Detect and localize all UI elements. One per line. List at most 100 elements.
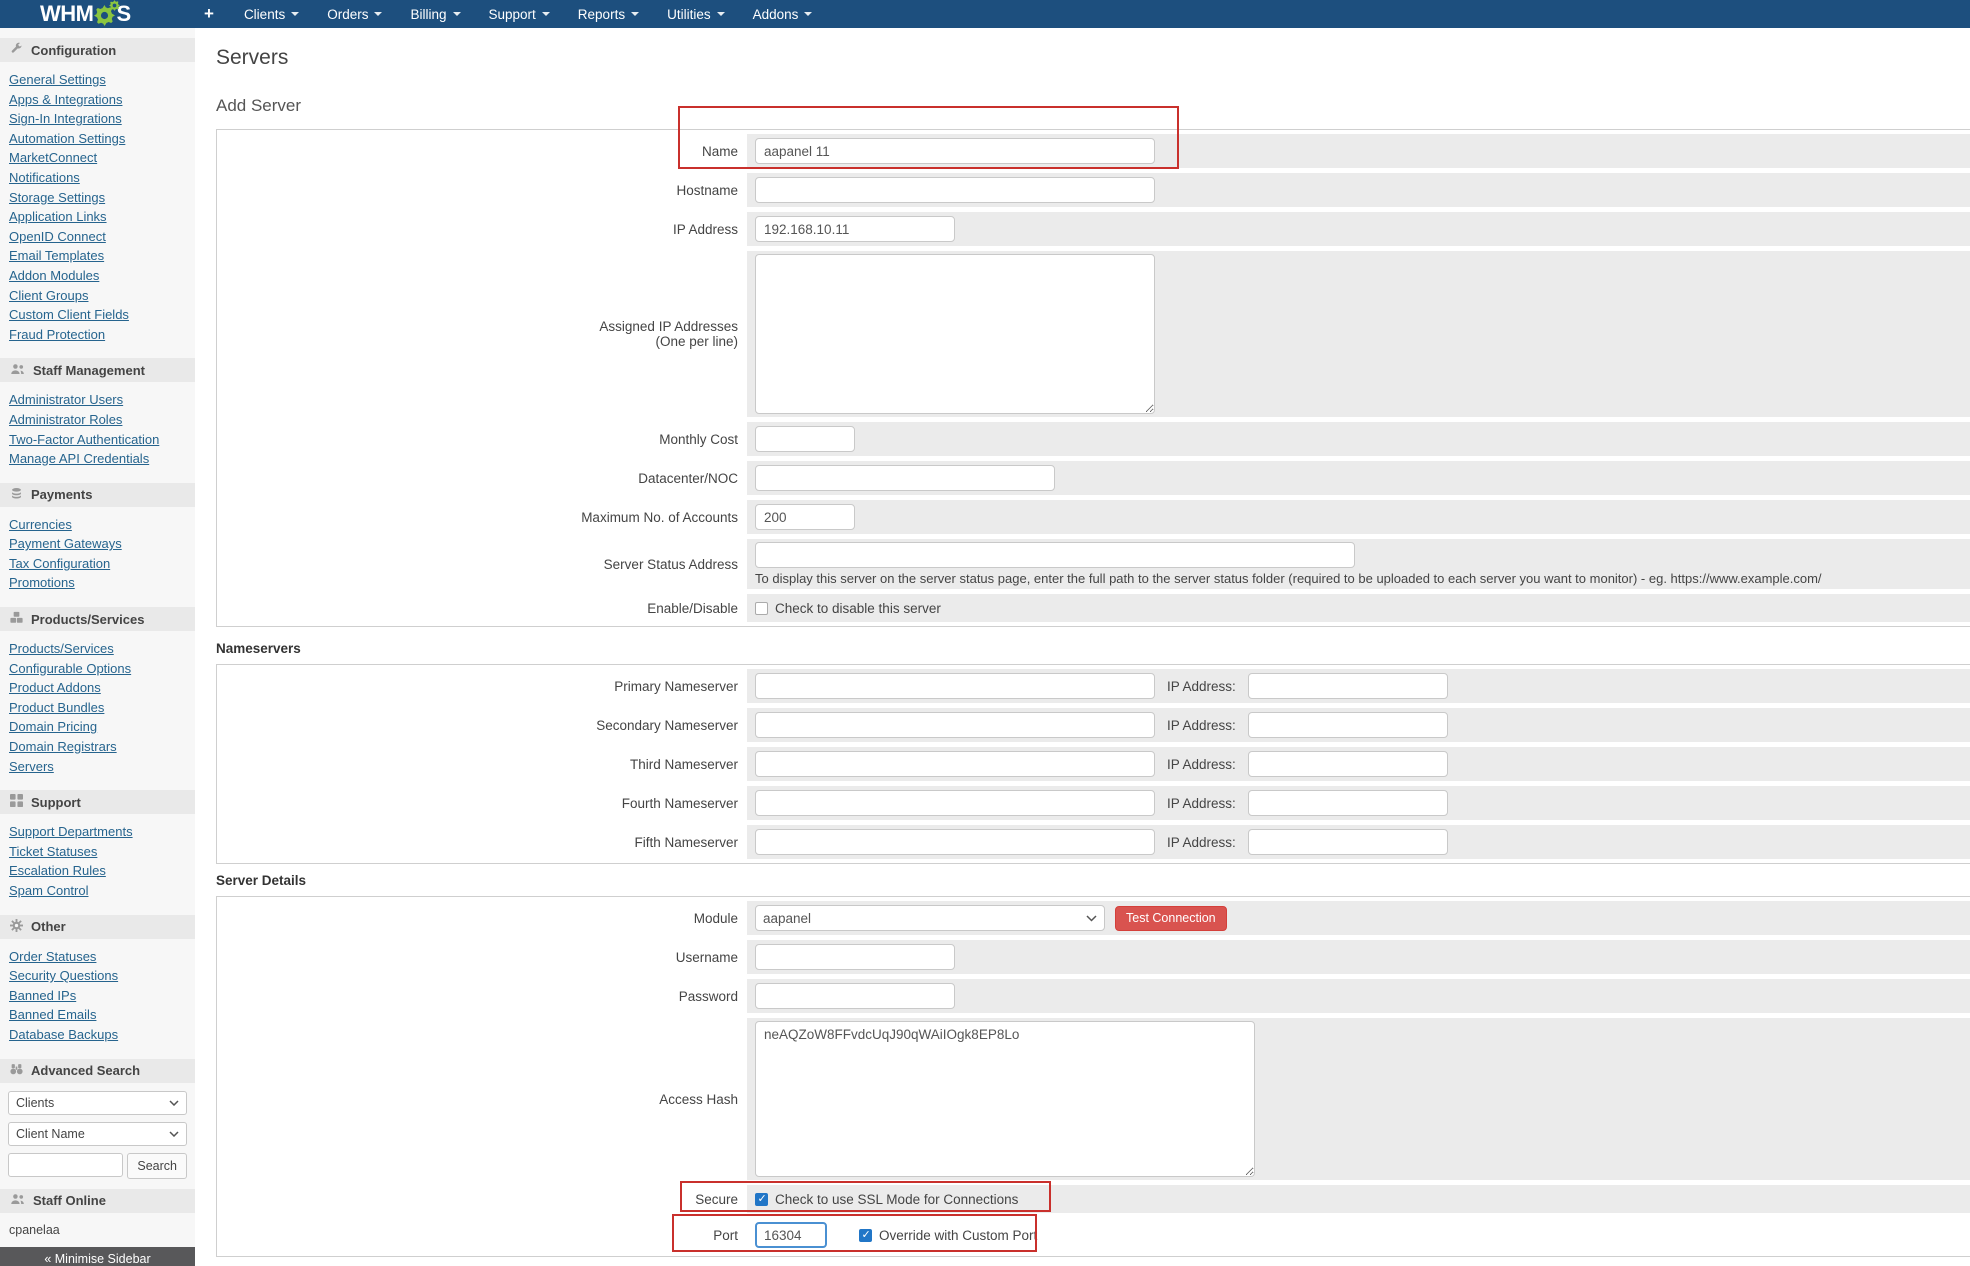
whmcs-logo[interactable]: WHM S (0, 1, 176, 27)
fourth-nameserver-input[interactable] (755, 790, 1155, 816)
primary-nameserver-input[interactable] (755, 673, 1155, 699)
sidebar-section-other: Other (0, 915, 195, 939)
sidebar-link[interactable]: Order Statuses (9, 947, 195, 967)
sidebar-link[interactable]: Two-Factor Authentication (9, 430, 195, 450)
users-icon (10, 363, 25, 378)
sidebar-section-configuration: Configuration (0, 38, 195, 62)
nav-reports[interactable]: Reports (564, 0, 653, 28)
port-input[interactable] (755, 1222, 827, 1248)
sidebar-link[interactable]: Apps & Integrations (9, 90, 195, 110)
chevron-down-icon (453, 12, 461, 16)
sidebar-link[interactable]: General Settings (9, 70, 195, 90)
ip-address-label: IP Address: (1167, 718, 1236, 733)
password-row: Password (221, 979, 1970, 1013)
server-status-row: Server Status Address To display this se… (221, 539, 1970, 589)
assigned-ips-row: Assigned IP Addresses (One per line) (221, 251, 1970, 417)
name-row: Name (221, 134, 1970, 168)
nav-orders[interactable]: Orders (313, 0, 396, 28)
max-accounts-input[interactable] (755, 504, 855, 530)
hostname-input[interactable] (755, 177, 1155, 203)
enable-disable-row: Enable/Disable Check to disable this ser… (221, 594, 1970, 622)
sidebar-link[interactable]: Currencies (9, 515, 195, 535)
field-label: Secure (221, 1185, 747, 1213)
secondary-nameserver-ip-input[interactable] (1248, 712, 1448, 738)
sidebar-link[interactable]: Application Links (9, 207, 195, 227)
sidebar-link[interactable]: Product Addons (9, 678, 195, 698)
monthly-cost-input[interactable] (755, 426, 855, 452)
main-content: Servers Add Server Name Hostname IP Addr… (195, 28, 1970, 1266)
sidebar-link[interactable]: Payment Gateways (9, 534, 195, 554)
ssl-mode-checkbox[interactable] (755, 1193, 768, 1206)
sidebar-link[interactable]: OpenID Connect (9, 227, 195, 247)
sidebar-link[interactable]: Client Groups (9, 286, 195, 306)
fourth-nameserver-ip-input[interactable] (1248, 790, 1448, 816)
sidebar-link[interactable]: Ticket Statuses (9, 842, 195, 862)
sidebar-link[interactable]: Security Questions (9, 966, 195, 986)
sidebar-link[interactable]: Products/Services (9, 639, 195, 659)
search-type-select[interactable]: Clients (8, 1091, 187, 1115)
sidebar-link[interactable]: Storage Settings (9, 188, 195, 208)
ip-address-label: IP Address: (1167, 757, 1236, 772)
sidebar-link[interactable]: Escalation Rules (9, 861, 195, 881)
custom-port-checkbox[interactable] (859, 1229, 872, 1242)
sidebar-link[interactable]: MarketConnect (9, 148, 195, 168)
test-connection-button[interactable]: Test Connection (1115, 906, 1227, 931)
sidebar-link[interactable]: Notifications (9, 168, 195, 188)
sidebar-link[interactable]: Administrator Users (9, 390, 195, 410)
sidebar-link[interactable]: Domain Registrars (9, 737, 195, 757)
datacenter-input[interactable] (755, 465, 1055, 491)
sidebar-link[interactable]: Spam Control (9, 881, 195, 901)
sidebar-link[interactable]: Fraud Protection (9, 325, 195, 345)
module-row: Module aapanel Test Connection (221, 901, 1970, 935)
nav-billing[interactable]: Billing (396, 0, 474, 28)
nav-utilities[interactable]: Utilities (653, 0, 739, 28)
sidebar-link[interactable]: Email Templates (9, 246, 195, 266)
third-nameserver-ip-input[interactable] (1248, 751, 1448, 777)
nav-clients[interactable]: Clients (230, 0, 313, 28)
chevron-down-icon (169, 1100, 179, 1106)
ip-address-input[interactable] (755, 216, 955, 242)
module-select[interactable]: aapanel (755, 905, 1105, 931)
sidebar-link[interactable]: Configurable Options (9, 659, 195, 679)
search-field-select[interactable]: Client Name (8, 1122, 187, 1146)
secondary-nameserver-input[interactable] (755, 712, 1155, 738)
fifth-nameserver-ip-input[interactable] (1248, 829, 1448, 855)
sidebar-link[interactable]: Servers (9, 757, 195, 777)
fourth-nameserver-row: Fourth Nameserver IP Address: (221, 786, 1970, 820)
field-label: IP Address (221, 212, 747, 246)
password-input[interactable] (755, 983, 955, 1009)
datacenter-row: Datacenter/NOC (221, 461, 1970, 495)
blocks-icon (10, 794, 23, 810)
sidebar-link[interactable]: Support Departments (9, 822, 195, 842)
sidebar-link[interactable]: Administrator Roles (9, 410, 195, 430)
sidebar-link[interactable]: Database Backups (9, 1025, 195, 1045)
sidebar-link[interactable]: Promotions (9, 573, 195, 593)
sidebar-link[interactable]: Banned Emails (9, 1005, 195, 1025)
sidebar-link[interactable]: Domain Pricing (9, 717, 195, 737)
sidebar-link[interactable]: Tax Configuration (9, 554, 195, 574)
primary-nameserver-ip-input[interactable] (1248, 673, 1448, 699)
server-status-input[interactable] (755, 542, 1355, 568)
nav-support[interactable]: Support (475, 0, 564, 28)
username-input[interactable] (755, 944, 955, 970)
disable-server-checkbox[interactable] (755, 602, 768, 615)
sidebar-link[interactable]: Banned IPs (9, 986, 195, 1006)
monthly-cost-row: Monthly Cost (221, 422, 1970, 456)
sidebar-link[interactable]: Product Bundles (9, 698, 195, 718)
sidebar-link[interactable]: Addon Modules (9, 266, 195, 286)
third-nameserver-input[interactable] (755, 751, 1155, 777)
sidebar-link[interactable]: Manage API Credentials (9, 449, 195, 469)
search-input[interactable] (8, 1153, 123, 1177)
field-label: Datacenter/NOC (221, 461, 747, 495)
search-button[interactable]: Search (127, 1153, 187, 1179)
fifth-nameserver-input[interactable] (755, 829, 1155, 855)
nav-addons[interactable]: Addons (739, 0, 827, 28)
minimise-sidebar-button[interactable]: « Minimise Sidebar (0, 1247, 195, 1266)
sidebar-link[interactable]: Sign-In Integrations (9, 109, 195, 129)
name-input[interactable] (755, 138, 1155, 164)
quick-add-button[interactable]: + (176, 4, 230, 24)
sidebar-link[interactable]: Automation Settings (9, 129, 195, 149)
access-hash-textarea[interactable]: neAQZoW8FFvdcUqJ90qWAiIOgk8EP8Lo (755, 1021, 1255, 1177)
sidebar-link[interactable]: Custom Client Fields (9, 305, 195, 325)
assigned-ips-textarea[interactable] (755, 254, 1155, 414)
